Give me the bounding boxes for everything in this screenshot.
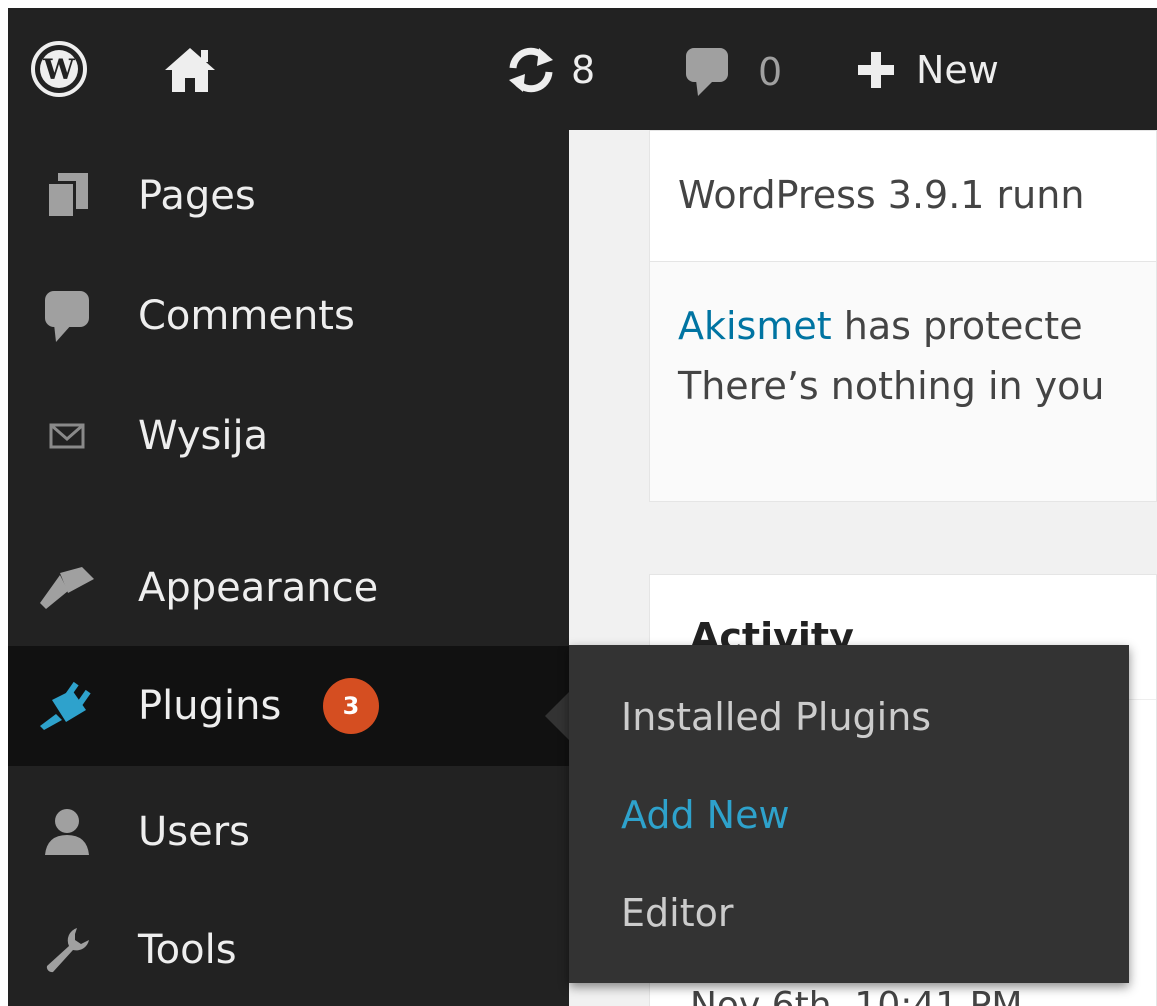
plugin-updates-badge: 3	[323, 678, 379, 734]
menu-item-tools[interactable]: Tools	[8, 890, 569, 1006]
menu-label: Plugins	[138, 683, 282, 729]
admin-sidebar: Pages Comments Wysija Appearance Plugins…	[8, 130, 569, 1006]
plus-icon	[856, 50, 896, 90]
admin-bar: W 8 0 New	[8, 8, 1157, 130]
activity-date: Nov 6th, 10:41 PM	[690, 985, 1023, 1006]
comment-bubble-icon	[684, 46, 730, 98]
menu-label: Appearance	[138, 565, 379, 611]
akismet-link[interactable]: Akismet	[678, 304, 832, 348]
menu-item-comments[interactable]: Comments	[8, 256, 569, 376]
updates-button[interactable]: 8	[505, 46, 595, 94]
akismet-text: has protecte	[831, 304, 1083, 348]
akismet-line-2: There’s nothing in you	[678, 364, 1105, 408]
menu-label: Tools	[138, 927, 237, 973]
version-text: WordPress 3.9.1 runn	[678, 173, 1085, 217]
wrench-icon	[38, 921, 96, 979]
wp-admin-window: W 8 0 New Pages Comments Wysija Appearan…	[8, 8, 1157, 1006]
user-icon	[38, 803, 96, 861]
akismet-line-1: Akismet has protecte	[678, 304, 1083, 348]
menu-item-wysija[interactable]: Wysija	[8, 376, 569, 496]
updates-count: 8	[571, 48, 596, 92]
paintbrush-icon	[38, 559, 96, 617]
menu-item-users[interactable]: Users	[8, 772, 569, 892]
menu-item-plugins[interactable]: Plugins 3	[8, 646, 569, 766]
menu-label: Wysija	[138, 413, 269, 459]
menu-label: Pages	[138, 173, 256, 219]
comments-button[interactable]: 0	[684, 46, 782, 98]
submenu-editor[interactable]: Editor	[621, 891, 733, 935]
comments-count: 0	[758, 50, 783, 94]
menu-item-pages[interactable]: Pages	[8, 136, 569, 256]
refresh-icon	[505, 46, 557, 94]
submenu-add-new[interactable]: Add New	[621, 793, 790, 837]
comment-bubble-icon	[38, 287, 96, 345]
submenu-installed-plugins[interactable]: Installed Plugins	[621, 695, 931, 739]
home-icon[interactable]	[163, 46, 217, 94]
plugin-plug-icon	[38, 677, 96, 735]
pages-icon	[38, 167, 96, 225]
at-a-glance-panel: WordPress 3.9.1 runn Akismet has protect…	[649, 130, 1157, 502]
wordpress-logo-icon[interactable]: W	[30, 40, 88, 98]
svg-text:W: W	[42, 53, 75, 86]
flyout-pointer	[545, 692, 569, 740]
menu-label: Users	[138, 809, 251, 855]
new-content-button[interactable]: New	[856, 48, 999, 92]
akismet-notice: Akismet has protecte There’s nothing in …	[650, 261, 1156, 501]
menu-item-appearance[interactable]: Appearance	[8, 528, 569, 648]
envelope-icon	[38, 407, 96, 465]
menu-label: Comments	[138, 293, 355, 339]
plugins-submenu: Installed Plugins Add New Editor	[569, 645, 1129, 983]
new-label: New	[916, 48, 999, 92]
